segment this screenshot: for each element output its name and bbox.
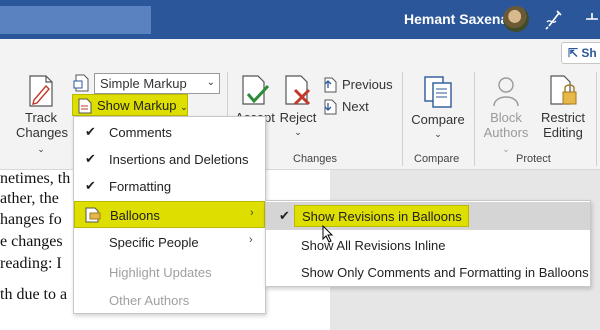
restrict-editing-button[interactable]: Restrict Editing — [537, 74, 589, 140]
block-authors-icon — [493, 77, 519, 107]
ribbon-divider — [402, 72, 403, 166]
document-text-line: netimes, th — [0, 170, 71, 187]
next-change-icon — [324, 99, 337, 115]
previous-change-icon — [324, 77, 337, 93]
protect-group-label: Protect — [516, 153, 551, 165]
compare-button[interactable]: Compare ⌄ — [408, 74, 468, 142]
track-changes-icon — [29, 75, 53, 107]
chevron-right-icon: › — [249, 234, 253, 246]
previous-button[interactable]: Previous — [322, 76, 393, 94]
menu-item-insertions-deletions[interactable]: ✔ Insertions and Deletions — [74, 146, 265, 173]
balloons-submenu: ✔ Show Revisions in Balloons Show All Re… — [265, 200, 591, 287]
ribbon-divider — [596, 72, 597, 166]
document-text-line: e changes — [0, 233, 63, 250]
changes-group-label: Changes — [293, 153, 338, 165]
menu-item-formatting[interactable]: ✔ Formatting — [74, 173, 265, 200]
checkmark-icon: ✔ — [85, 151, 96, 166]
chevron-right-icon: › — [250, 207, 254, 219]
compare-group-label: Compare — [414, 153, 460, 165]
ribbon-divider — [474, 72, 475, 166]
user-name: Hemant Saxena — [404, 11, 509, 27]
next-button[interactable]: Next — [322, 98, 382, 116]
document-text-line: hanges fo — [0, 211, 62, 228]
menu-item-specific-people[interactable]: Specific People › — [74, 229, 265, 256]
share-button[interactable]: ⇱ Sh — [561, 42, 600, 64]
submenu-item-show-only-comments-formatting[interactable]: Show Only Comments and Formatting in Bal… — [266, 258, 590, 286]
menu-item-comments[interactable]: ✔ Comments — [74, 119, 265, 146]
show-markup-menu: ✔ Comments ✔ Insertions and Deletions ✔ … — [73, 116, 266, 314]
submenu-item-show-all-revisions-inline[interactable]: Show All Revisions Inline — [266, 231, 590, 259]
checkmark-icon: ✔ — [279, 208, 290, 223]
document-text-line: ather, the — [0, 190, 59, 207]
block-authors-button[interactable]: Block Authors ⌄ — [481, 74, 531, 157]
accept-icon — [242, 75, 270, 105]
track-changes-button[interactable]: Track Changes ⌄ — [16, 74, 68, 157]
markup-view-select[interactable]: Simple Markup ⌄ — [94, 73, 220, 94]
checkmark-icon: ✔ — [85, 124, 96, 139]
share-icon: ⇱ — [568, 46, 582, 60]
minimize-ribbon-icon[interactable] — [584, 8, 600, 30]
display-for-review-icon — [73, 74, 89, 92]
show-markup-icon — [78, 98, 92, 114]
menu-item-balloons[interactable]: Balloons › — [74, 201, 265, 228]
reject-icon — [285, 75, 311, 106]
document-text-line: th due to a — [0, 286, 68, 303]
pen-icon[interactable] — [543, 8, 565, 30]
compare-icon — [424, 76, 452, 108]
avatar[interactable] — [503, 6, 529, 32]
reject-button[interactable]: Reject ⌄ — [277, 74, 319, 140]
menu-item-other-authors: Other Authors — [109, 293, 190, 308]
show-markup-button[interactable]: Show Markup ⌄ — [72, 94, 188, 116]
chevron-down-icon: ⌄ — [206, 77, 215, 88]
balloons-icon — [85, 207, 101, 223]
submenu-item-show-revisions-in-balloons[interactable]: ✔ Show Revisions in Balloons — [266, 202, 590, 230]
search-box[interactable] — [0, 6, 151, 34]
mouse-cursor-icon — [322, 225, 334, 243]
checkmark-icon: ✔ — [85, 178, 96, 193]
document-text-line: reading: I — [0, 255, 62, 272]
restrict-editing-icon — [550, 75, 577, 105]
title-bar: Hemant Saxena — [0, 0, 600, 39]
menu-item-highlight-updates: Highlight Updates — [109, 265, 212, 280]
